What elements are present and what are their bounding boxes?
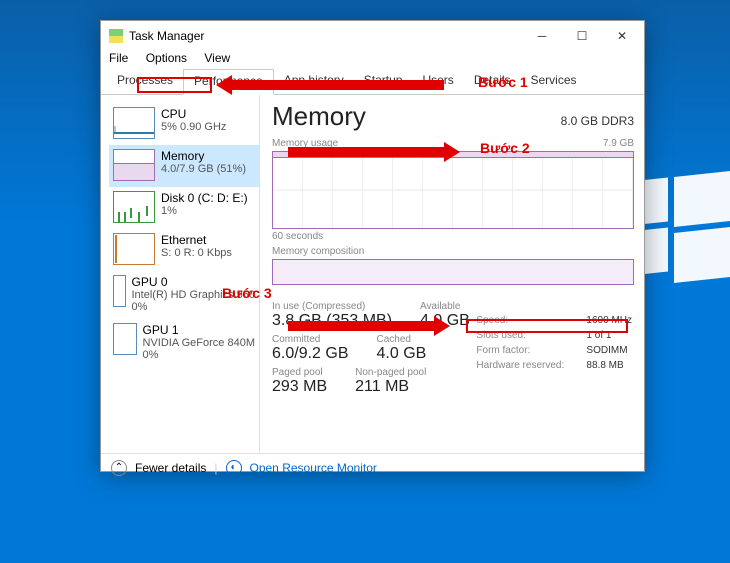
tab-performance[interactable]: Performance bbox=[183, 69, 274, 95]
sidebar-item-gpu1[interactable]: GPU 1NVIDIA GeForce 840M0% bbox=[109, 319, 259, 367]
detail-panel: Memory 8.0 GB DDR3 Memory usage 7.9 GB 60… bbox=[259, 95, 644, 453]
graph-axis: 60 seconds bbox=[272, 231, 634, 242]
detail-slots: 1 of 1 bbox=[586, 328, 611, 343]
memory-details: Speed:1600 MHz Slots used:1 of 1 Form fa… bbox=[476, 313, 632, 373]
detail-speed: 1600 MHz bbox=[586, 313, 632, 328]
stat-committed: 6.0/9.2 GB bbox=[272, 345, 349, 363]
tab-users[interactable]: Users bbox=[412, 69, 463, 94]
detail-form: SODIMM bbox=[586, 343, 627, 358]
memory-thumb-icon bbox=[113, 149, 155, 181]
menu-options[interactable]: Options bbox=[146, 51, 187, 65]
menu-view[interactable]: View bbox=[204, 51, 230, 65]
maximize-button[interactable]: ☐ bbox=[562, 22, 602, 50]
ethernet-thumb-icon bbox=[113, 233, 155, 265]
stat-available: 4.0 GB bbox=[420, 312, 470, 330]
tab-services[interactable]: Services bbox=[521, 69, 587, 94]
sidebar-item-memory[interactable]: Memory4.0/7.9 GB (51%) bbox=[109, 145, 259, 187]
titlebar: Task Manager ─ ☐ ✕ bbox=[101, 21, 644, 51]
composition-label: Memory composition bbox=[272, 246, 364, 257]
gpu1-thumb-icon bbox=[113, 323, 137, 355]
cpu-thumb-icon bbox=[113, 107, 155, 139]
window-title: Task Manager bbox=[129, 29, 522, 43]
tab-startup[interactable]: Startup bbox=[354, 69, 413, 94]
sidebar: CPU5% 0.90 GHz Memory4.0/7.9 GB (51%) Di… bbox=[101, 95, 259, 453]
task-manager-window: Task Manager ─ ☐ ✕ File Options View Pro… bbox=[100, 20, 645, 472]
sidebar-item-ethernet[interactable]: EthernetS: 0 R: 0 Kbps bbox=[109, 229, 259, 271]
memory-composition-bar[interactable] bbox=[272, 259, 634, 285]
stat-cached: 4.0 GB bbox=[377, 345, 427, 363]
menubar: File Options View bbox=[101, 51, 644, 69]
close-button[interactable]: ✕ bbox=[602, 22, 642, 50]
disk-thumb-icon bbox=[113, 191, 155, 223]
tab-app-history[interactable]: App history bbox=[274, 69, 354, 94]
detail-reserved: 88.8 MB bbox=[586, 358, 623, 373]
monitor-icon: ◐ bbox=[226, 460, 242, 476]
stat-nonpaged: 211 MB bbox=[355, 378, 426, 396]
memory-usage-graph[interactable] bbox=[272, 151, 634, 229]
minimize-button[interactable]: ─ bbox=[522, 22, 562, 50]
stat-paged: 293 MB bbox=[272, 378, 327, 396]
app-icon bbox=[109, 29, 123, 43]
menu-file[interactable]: File bbox=[109, 51, 128, 65]
memory-capacity: 8.0 GB DDR3 bbox=[561, 114, 634, 128]
sidebar-item-cpu[interactable]: CPU5% 0.90 GHz bbox=[109, 103, 259, 145]
fewer-icon: ⌃ bbox=[111, 460, 127, 476]
usage-max: 7.9 GB bbox=[603, 138, 634, 149]
tab-details[interactable]: Details bbox=[464, 69, 521, 94]
gpu0-thumb-icon bbox=[113, 275, 126, 307]
usage-label: Memory usage bbox=[272, 138, 338, 149]
open-resource-monitor-link[interactable]: Open Resource Monitor bbox=[250, 461, 377, 475]
footer: ⌃ Fewer details | ◐ Open Resource Monito… bbox=[101, 453, 644, 481]
stat-in-use: 3.8 GB (353 MB) bbox=[272, 312, 392, 330]
sidebar-item-gpu0[interactable]: GPU 0Intel(R) HD Graphics 5500% bbox=[109, 271, 259, 319]
page-title: Memory bbox=[272, 101, 366, 132]
fewer-details-button[interactable]: Fewer details bbox=[135, 461, 206, 475]
tab-processes[interactable]: Processes bbox=[107, 69, 183, 94]
sidebar-item-disk[interactable]: Disk 0 (C: D: E:)1% bbox=[109, 187, 259, 229]
tabbar: Processes Performance App history Startu… bbox=[101, 69, 644, 95]
